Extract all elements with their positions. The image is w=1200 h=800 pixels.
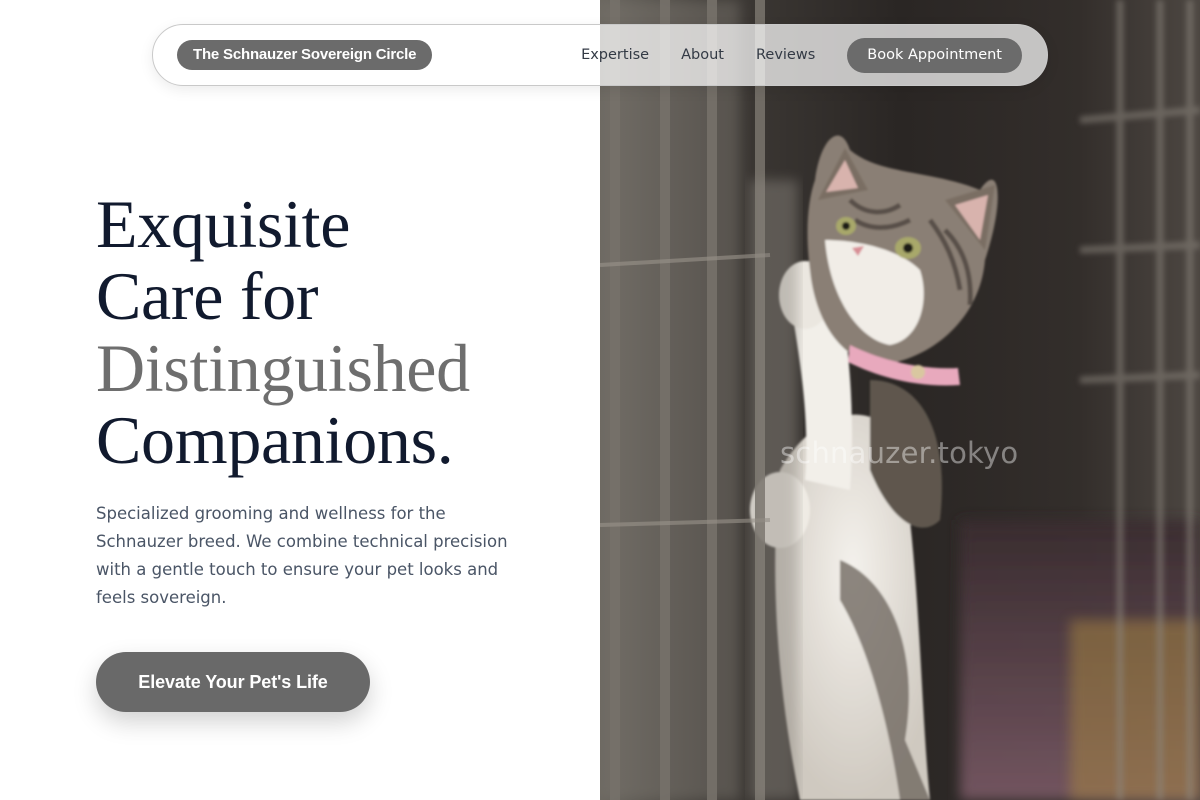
hero-headline: Exquisite Care for Distinguished Compani… [96, 188, 576, 476]
headline-line-4: Companions. [96, 402, 454, 478]
headline-line-3-accent: Distinguished [96, 330, 470, 406]
hero-description: Specialized grooming and wellness for th… [96, 504, 508, 607]
headline-line-2: Care for [96, 258, 319, 334]
nav-link-expertise[interactable]: Expertise [581, 47, 649, 63]
headline-line-1: Exquisite [96, 186, 351, 262]
book-appointment-button[interactable]: Book Appointment [847, 37, 1022, 73]
nav-link-about[interactable]: About [681, 47, 724, 63]
elevate-cta-button[interactable]: Elevate Your Pet's Life [96, 652, 370, 712]
top-navigation: The Schnauzer Sovereign Circle Expertise… [152, 24, 1048, 86]
kitten-in-cage-image [600, 0, 1200, 800]
nav-link-reviews[interactable]: Reviews [756, 47, 815, 63]
brand-logo[interactable]: The Schnauzer Sovereign Circle [177, 40, 433, 70]
nav-links: Expertise About Reviews Book Appointment [581, 37, 1023, 73]
watermark-text: schnauzer.tokyo [780, 436, 1019, 470]
hero-photo: schnauzer.tokyo [600, 0, 1200, 800]
